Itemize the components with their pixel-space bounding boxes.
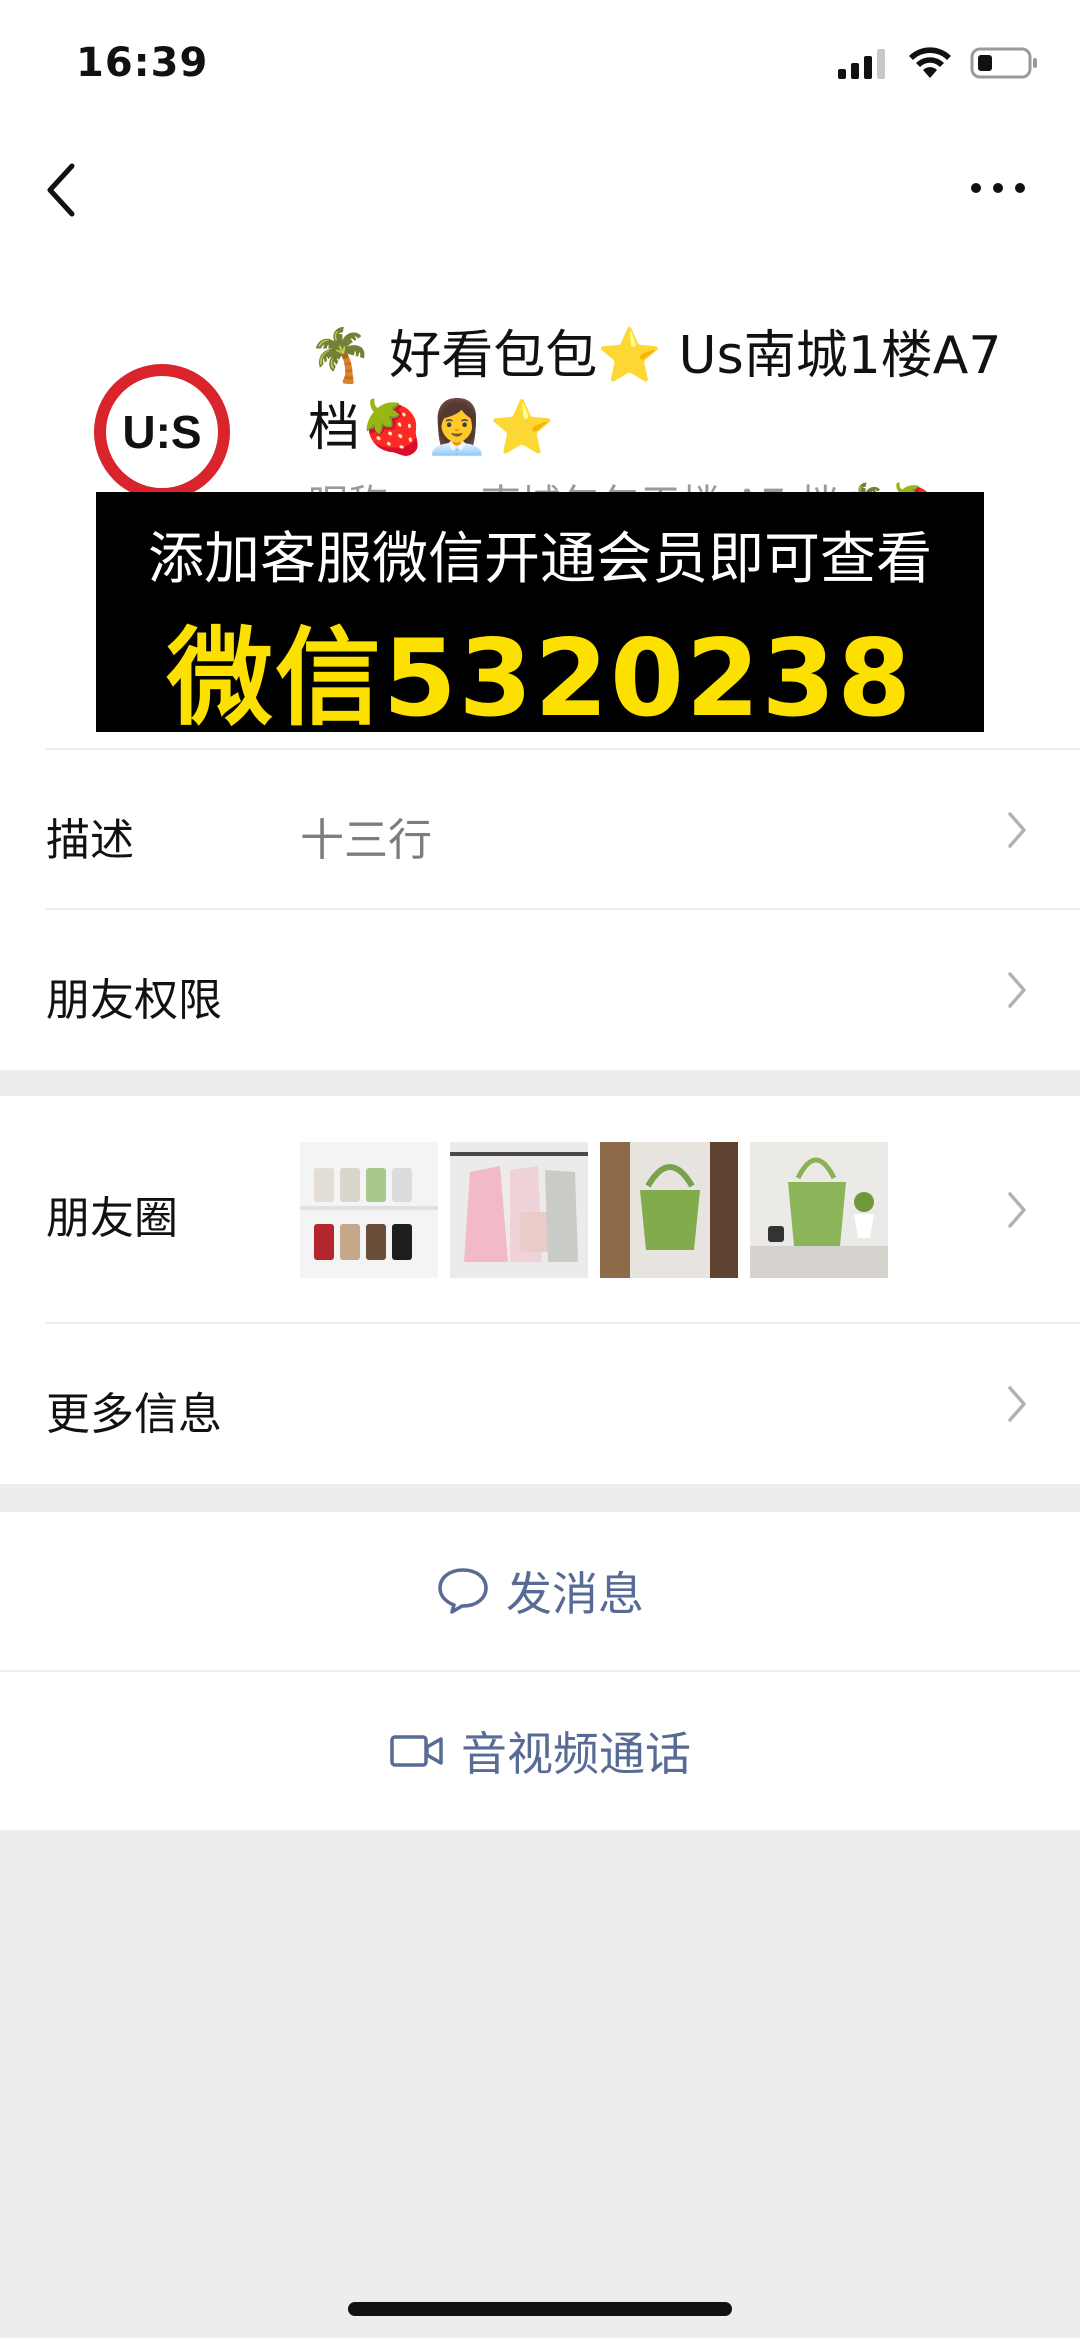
moments-thumbnail[interactable] (750, 1142, 888, 1278)
moments-thumbnail[interactable] (450, 1142, 588, 1278)
divider (46, 908, 1080, 910)
back-icon[interactable] (40, 160, 90, 220)
home-indicator[interactable] (348, 2302, 732, 2316)
wifi-icon (909, 47, 951, 78)
profile-name: 🌴 好看包包⭐ Us南城1楼A7档🍓👩‍💼⭐ (308, 326, 1002, 458)
divider (46, 1322, 1080, 1324)
more-info-label[interactable]: 更多信息 (46, 1378, 222, 1442)
video-camera-icon (390, 1735, 443, 1767)
signal-icon (838, 49, 885, 79)
battery-icon (970, 47, 1037, 79)
avatar[interactable]: U:S (94, 364, 230, 500)
banner-line2: 微信5320238 (166, 617, 914, 740)
video-call-button[interactable]: 音视频通话 (0, 1672, 1080, 1830)
banner-line1: 添加客服微信开通会员即可查看 (148, 527, 932, 592)
send-message-button[interactable]: 发消息 (0, 1512, 1080, 1670)
chevron-right-icon[interactable] (1006, 1384, 1028, 1424)
video-call-label: 音视频通话 (461, 1727, 691, 1781)
promo-banner: 添加客服微信开通会员即可查看 微信5320238 (96, 492, 984, 740)
chat-bubble-icon (438, 1568, 488, 1614)
avatar-logo-text: U:S (122, 406, 202, 458)
chevron-right-icon[interactable] (1006, 1190, 1028, 1230)
moments-thumbnail[interactable] (300, 1142, 438, 1278)
chevron-right-icon[interactable] (1006, 970, 1028, 1010)
description-value: 十三行 (300, 815, 432, 866)
moments-label[interactable]: 朋友圈 (46, 1182, 178, 1246)
chevron-right-icon[interactable] (1006, 810, 1028, 850)
more-dots-icon[interactable] (968, 176, 1028, 200)
permissions-label[interactable]: 朋友权限 (46, 964, 222, 1028)
status-time: 16:39 (76, 40, 209, 86)
contact-profile-screen: 16:39 U:S 🌴 好看包包⭐ Us南城1楼A7档🍓👩‍💼⭐ 昵称： (0, 0, 1080, 2338)
divider (46, 748, 1080, 750)
description-label: 描述 (46, 815, 134, 866)
send-message-label: 发消息 (506, 1567, 644, 1621)
status-icons (838, 46, 1040, 80)
moments-thumbnail[interactable] (600, 1142, 738, 1278)
